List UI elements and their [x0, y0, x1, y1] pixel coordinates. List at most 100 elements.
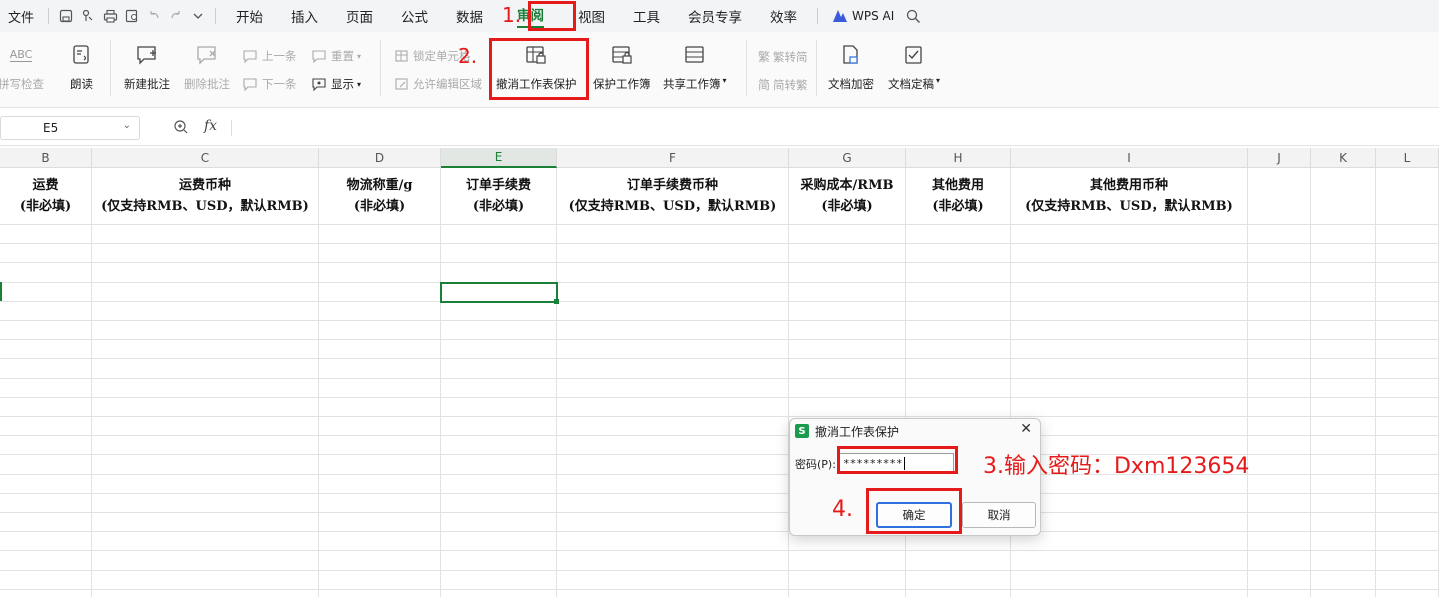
prev-comment-button[interactable]: 上一条: [243, 48, 297, 64]
cell-b11[interactable]: [0, 397, 92, 417]
share-workbook-button[interactable]: 共享工作簿 ▾: [663, 40, 727, 92]
cell-l3[interactable]: [1376, 244, 1439, 264]
chevron-down-icon[interactable]: [187, 0, 209, 32]
cell-c5[interactable]: [92, 282, 319, 302]
cell-l17[interactable]: [1376, 513, 1439, 533]
header-cell-i1[interactable]: 其他费用币种 (仅支持RMB、USD，默认RMB): [1011, 168, 1248, 225]
cell-l8[interactable]: [1376, 340, 1439, 360]
cell-g7[interactable]: [789, 321, 906, 341]
cell-f16[interactable]: [557, 493, 789, 513]
header-cell-j1[interactable]: [1248, 168, 1311, 225]
cell-d2[interactable]: [319, 225, 441, 245]
cell-l21[interactable]: [1376, 589, 1439, 597]
cell-j11[interactable]: [1248, 397, 1311, 417]
cell-d11[interactable]: [319, 397, 441, 417]
cell-j17[interactable]: [1248, 513, 1311, 533]
header-cell-h1[interactable]: 其他费用 (非必填): [906, 168, 1011, 225]
cell-f2[interactable]: [557, 225, 789, 245]
cell-j19[interactable]: [1248, 551, 1311, 571]
cell-d3[interactable]: [319, 244, 441, 264]
name-box[interactable]: E5 ⌄: [0, 116, 140, 140]
cell-h9[interactable]: [906, 359, 1011, 379]
cell-l20[interactable]: [1376, 570, 1439, 590]
cell-f7[interactable]: [557, 321, 789, 341]
next-comment-button[interactable]: 下一条: [243, 76, 297, 92]
cell-k13[interactable]: [1311, 436, 1376, 456]
cell-b20[interactable]: [0, 570, 92, 590]
cell-b15[interactable]: [0, 474, 92, 494]
cell-i17[interactable]: [1011, 513, 1248, 533]
cell-b7[interactable]: [0, 321, 92, 341]
cell-d19[interactable]: [319, 551, 441, 571]
cell-e18[interactable]: [441, 532, 557, 552]
cell-b10[interactable]: [0, 378, 92, 398]
cell-c13[interactable]: [92, 436, 319, 456]
cell-h6[interactable]: [906, 301, 1011, 321]
cell-c20[interactable]: [92, 570, 319, 590]
cell-l4[interactable]: [1376, 263, 1439, 283]
cell-i16[interactable]: [1011, 493, 1248, 513]
cell-b4[interactable]: [0, 263, 92, 283]
cell-h2[interactable]: [906, 225, 1011, 245]
cell-d17[interactable]: [319, 513, 441, 533]
tab-insert[interactable]: 插入: [277, 0, 332, 32]
cell-i21[interactable]: [1011, 589, 1248, 597]
cell-k19[interactable]: [1311, 551, 1376, 571]
cell-j12[interactable]: [1248, 417, 1311, 437]
column-header-b[interactable]: B: [0, 148, 92, 168]
cell-e11[interactable]: [441, 397, 557, 417]
cell-g3[interactable]: [789, 244, 906, 264]
cell-l10[interactable]: [1376, 378, 1439, 398]
cell-b17[interactable]: [0, 513, 92, 533]
column-header-e[interactable]: E: [441, 148, 557, 168]
cell-i11[interactable]: [1011, 397, 1248, 417]
delete-comment-button[interactable]: 删除批注: [184, 40, 230, 92]
cell-d13[interactable]: [319, 436, 441, 456]
cell-f19[interactable]: [557, 551, 789, 571]
cell-j21[interactable]: [1248, 589, 1311, 597]
cell-j7[interactable]: [1248, 321, 1311, 341]
new-comment-button[interactable]: 新建批注: [124, 40, 170, 92]
cell-k18[interactable]: [1311, 532, 1376, 552]
column-header-d[interactable]: D: [319, 148, 441, 168]
cell-e19[interactable]: [441, 551, 557, 571]
header-cell-d1[interactable]: 物流称重/g (非必填): [319, 168, 441, 225]
cell-l16[interactable]: [1376, 493, 1439, 513]
cell-c18[interactable]: [92, 532, 319, 552]
header-cell-c1[interactable]: 运费币种 (仅支持RMB、USD，默认RMB): [92, 168, 319, 225]
cell-c7[interactable]: [92, 321, 319, 341]
cell-b3[interactable]: [0, 244, 92, 264]
cell-j2[interactable]: [1248, 225, 1311, 245]
tab-home[interactable]: 开始: [222, 0, 277, 32]
cell-i20[interactable]: [1011, 570, 1248, 590]
cell-e10[interactable]: [441, 378, 557, 398]
cell-g19[interactable]: [789, 551, 906, 571]
cell-l9[interactable]: [1376, 359, 1439, 379]
cell-f10[interactable]: [557, 378, 789, 398]
cell-i2[interactable]: [1011, 225, 1248, 245]
cell-i3[interactable]: [1011, 244, 1248, 264]
cell-j6[interactable]: [1248, 301, 1311, 321]
cell-h8[interactable]: [906, 340, 1011, 360]
tab-efficiency[interactable]: 效率: [756, 0, 811, 32]
cell-i8[interactable]: [1011, 340, 1248, 360]
cell-k16[interactable]: [1311, 493, 1376, 513]
cell-i4[interactable]: [1011, 263, 1248, 283]
cell-h21[interactable]: [906, 589, 1011, 597]
cell-l14[interactable]: [1376, 455, 1439, 475]
cell-j13[interactable]: [1248, 436, 1311, 456]
header-cell-k1[interactable]: [1311, 168, 1376, 225]
cell-l7[interactable]: [1376, 321, 1439, 341]
cell-b16[interactable]: [0, 493, 92, 513]
cell-c19[interactable]: [92, 551, 319, 571]
cell-i6[interactable]: [1011, 301, 1248, 321]
cell-k14[interactable]: [1311, 455, 1376, 475]
cell-k20[interactable]: [1311, 570, 1376, 590]
cell-e7[interactable]: [441, 321, 557, 341]
cell-f15[interactable]: [557, 474, 789, 494]
cell-l12[interactable]: [1376, 417, 1439, 437]
cell-k7[interactable]: [1311, 321, 1376, 341]
cell-h4[interactable]: [906, 263, 1011, 283]
cell-j16[interactable]: [1248, 493, 1311, 513]
cell-c11[interactable]: [92, 397, 319, 417]
